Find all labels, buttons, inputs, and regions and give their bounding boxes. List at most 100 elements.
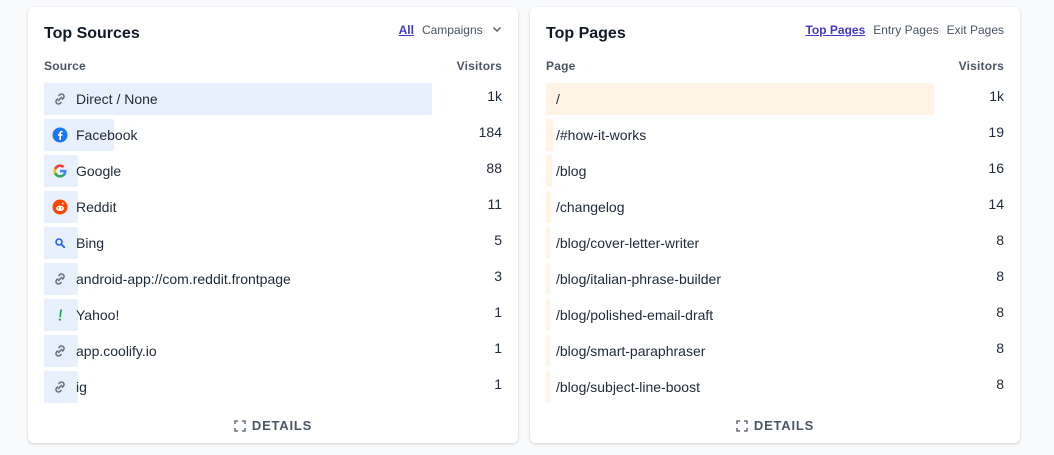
page-row-label-wrap: /blog/italian-phrase-builder: [556, 271, 721, 287]
source-row-label: Reddit: [76, 199, 117, 215]
sources-details-button[interactable]: DETAILS: [28, 418, 518, 433]
source-row-label: app.coolify.io: [76, 343, 157, 359]
tab-campaigns-label: Campaigns: [421, 23, 483, 37]
google-icon: [52, 163, 68, 179]
source-row[interactable]: app.coolify.io 1: [44, 335, 502, 371]
top-pages-tabs: Top Pages Entry Pages Exit Pages: [797, 23, 1004, 37]
page-row-label-wrap: /blog/smart-paraphraser: [556, 343, 705, 359]
page-row[interactable]: /#how-it-works 19: [546, 119, 1004, 155]
source-row-label-wrap: Direct / None: [52, 91, 158, 107]
page-row[interactable]: / 1k: [546, 83, 1004, 119]
page-row-bar: [546, 299, 550, 331]
tab-all[interactable]: All: [399, 23, 414, 37]
page-row-label: /changelog: [556, 199, 625, 215]
page-row-bar: [546, 335, 550, 367]
page-row[interactable]: /changelog 14: [546, 191, 1004, 227]
sources-details-label: DETAILS: [251, 418, 313, 433]
source-row-value: 184: [478, 124, 502, 140]
source-row[interactable]: Google 88: [44, 155, 502, 191]
top-sources-tabs: All Campaigns: [391, 23, 502, 37]
source-row-label-wrap: Facebook: [52, 127, 137, 143]
source-row-value: 1: [494, 376, 502, 392]
tab-campaigns[interactable]: Campaigns: [422, 23, 502, 37]
page-row-label: /blog/smart-paraphraser: [556, 343, 706, 359]
source-row-label: ig: [76, 379, 87, 395]
page-row-value: 1k: [989, 88, 1004, 104]
yahoo-icon: [52, 307, 68, 323]
bing-icon: [52, 235, 68, 251]
source-row-label: Facebook: [76, 127, 138, 143]
page-row-label: /#how-it-works: [556, 127, 647, 143]
source-row-value: 11: [487, 196, 502, 212]
source-row-label-wrap: Bing: [52, 235, 104, 251]
source-column-header: Source: [44, 59, 86, 73]
page-row-label: /blog/italian-phrase-builder: [556, 271, 721, 287]
source-row-value: 1k: [487, 88, 502, 104]
page-row[interactable]: /blog/subject-line-boost 8: [546, 371, 1004, 407]
source-row-value: 5: [494, 232, 502, 248]
expand-icon: [736, 419, 748, 432]
source-row[interactable]: Facebook 184: [44, 119, 502, 155]
page-row-value: 16: [988, 160, 1004, 176]
page-row-label: /blog/subject-line-boost: [556, 379, 700, 395]
source-row[interactable]: Yahoo! 1: [44, 299, 502, 335]
source-list: Direct / None 1k Facebook 184 Google 88 Reddit…: [44, 83, 502, 407]
source-row-label-wrap: Google: [52, 163, 121, 179]
source-row[interactable]: Reddit 11: [44, 191, 502, 227]
source-row-label: Direct / None: [76, 91, 158, 107]
visitors-column-header: Visitors: [456, 59, 502, 73]
page-row-label: /blog/polished-email-draft: [556, 307, 714, 323]
source-row-label: Bing: [76, 235, 105, 251]
source-row-label-wrap: android-app://com.reddit.frontpage: [52, 271, 291, 287]
page-row-value: 8: [996, 376, 1004, 392]
tab-exit-pages[interactable]: Exit Pages: [947, 23, 1004, 37]
page-row-bar: [546, 227, 550, 259]
page-row-value: 8: [996, 340, 1004, 356]
source-row-label: Yahoo!: [76, 307, 120, 323]
page-row[interactable]: /blog/smart-paraphraser 8: [546, 335, 1004, 371]
source-row[interactable]: Direct / None 1k: [44, 83, 502, 119]
source-row-label-wrap: ig: [52, 379, 87, 395]
page-row-label-wrap: /: [556, 91, 560, 107]
page-row-label: /: [556, 91, 560, 107]
page-row-label: /blog: [556, 163, 587, 179]
pages-details-label: DETAILS: [753, 418, 815, 433]
source-row-value: 3: [494, 268, 502, 284]
page-row-label-wrap: /blog/cover-letter-writer: [556, 235, 699, 251]
page-row-label-wrap: /changelog: [556, 199, 625, 215]
page-list: / 1k /#how-it-works 19/blog 16/changelog 14/b…: [546, 83, 1004, 407]
page-row-value: 8: [996, 232, 1004, 248]
page-row-value: 8: [996, 268, 1004, 284]
chevron-down-icon: [493, 27, 501, 32]
page-row-bar: [546, 119, 553, 151]
source-row[interactable]: ig 1: [44, 371, 502, 407]
source-row-value: 1: [494, 340, 502, 356]
source-row[interactable]: Bing 5: [44, 227, 502, 263]
reddit-icon: [52, 199, 68, 215]
facebook-icon: [52, 127, 68, 143]
top-sources-card: Top Sources All Campaigns Source Visitor…: [28, 7, 518, 443]
source-row-label: Google: [76, 163, 122, 179]
page-row[interactable]: /blog/polished-email-draft 8: [546, 299, 1004, 335]
page-row-bar: [546, 191, 551, 223]
tab-top-pages[interactable]: Top Pages: [805, 23, 865, 37]
tab-entry-pages[interactable]: Entry Pages: [873, 23, 938, 37]
pages-details-button[interactable]: DETAILS: [530, 418, 1020, 433]
top-sources-title: Top Sources: [44, 25, 140, 42]
page-row-bar: [546, 371, 550, 403]
source-row-label-wrap: Yahoo!: [52, 307, 119, 323]
page-row-value: 14: [988, 196, 1004, 212]
page-row-bar: [546, 83, 934, 115]
link-icon: [52, 271, 68, 287]
page-row[interactable]: /blog/italian-phrase-builder 8: [546, 263, 1004, 299]
pages-visitors-column-header: Visitors: [958, 59, 1004, 73]
page-row[interactable]: /blog/cover-letter-writer 8: [546, 227, 1004, 263]
page-row-label-wrap: /blog: [556, 163, 586, 179]
page-row[interactable]: /blog 16: [546, 155, 1004, 191]
link-icon: [52, 91, 68, 107]
source-row[interactable]: android-app://com.reddit.frontpage 3: [44, 263, 502, 299]
source-row-label: android-app://com.reddit.frontpage: [76, 271, 291, 287]
page-row-bar: [546, 263, 550, 295]
source-row-value: 1: [494, 304, 502, 320]
expand-icon: [234, 419, 246, 432]
